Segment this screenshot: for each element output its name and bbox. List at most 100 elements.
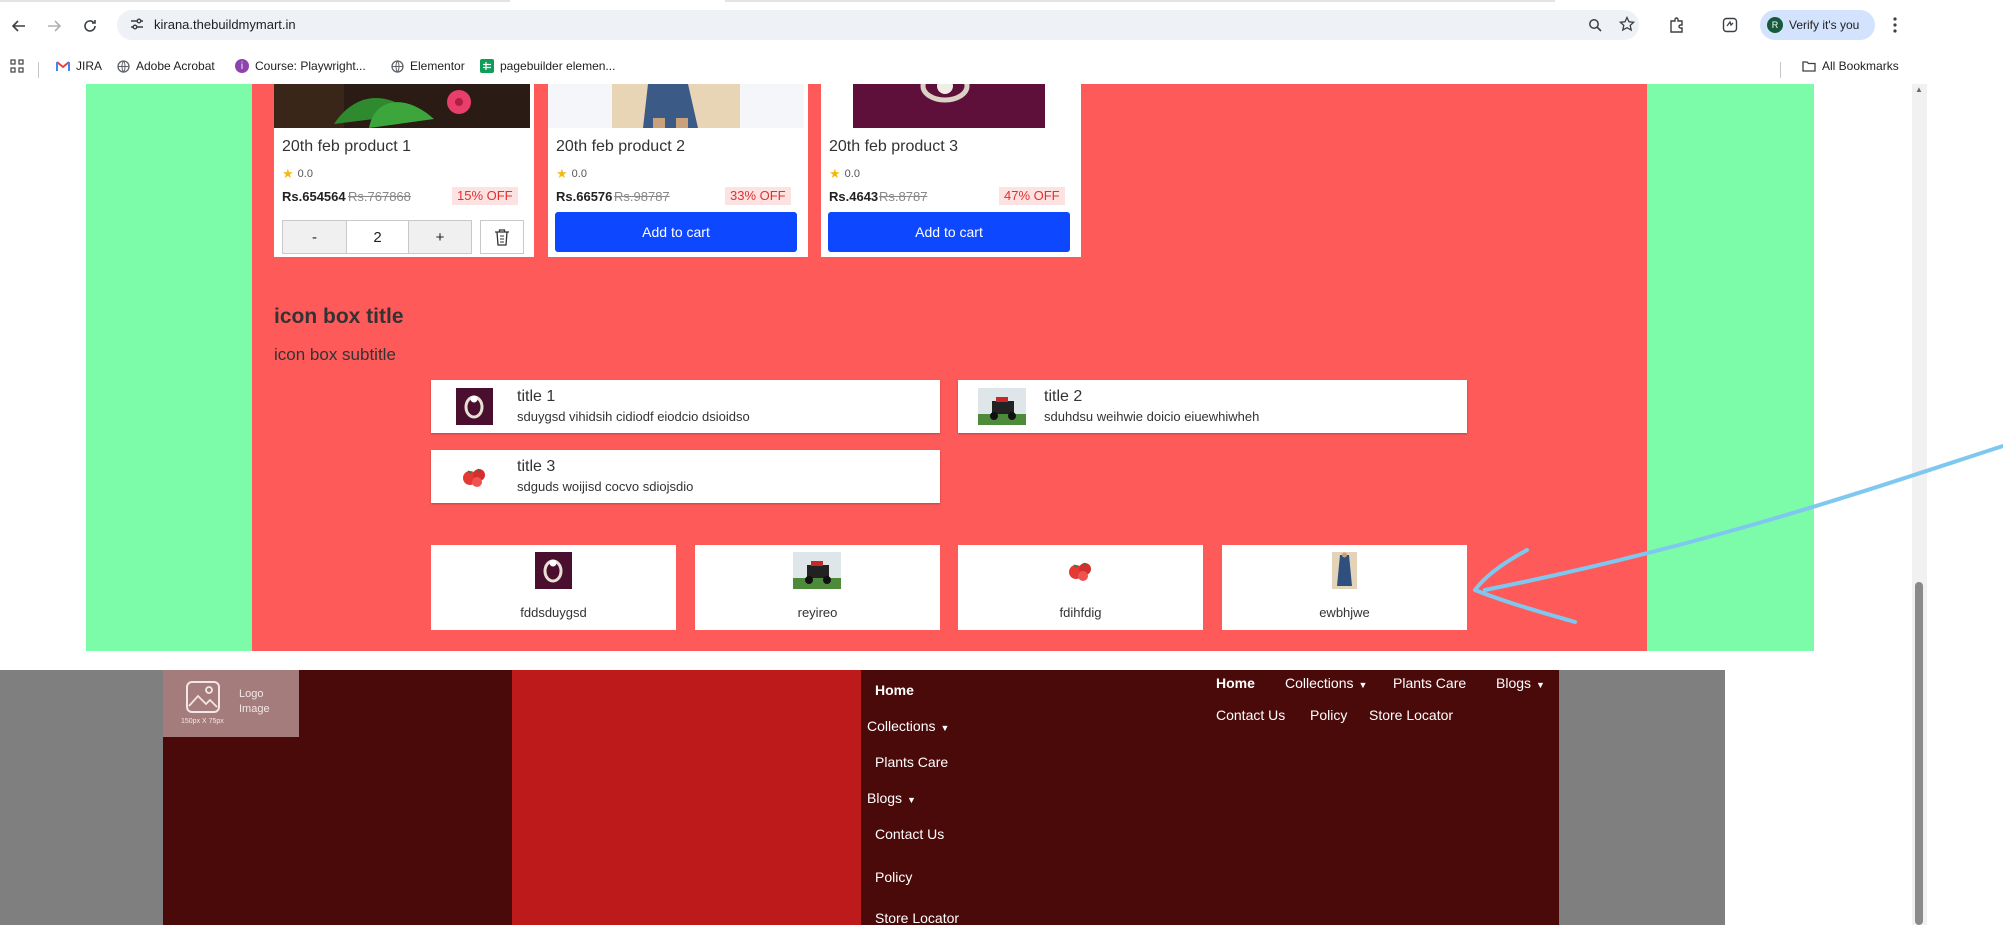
product-name[interactable]: 20th feb product 2 xyxy=(556,138,685,156)
divider xyxy=(1780,62,1781,78)
category-tile[interactable]: fddsduygsd xyxy=(431,545,676,630)
category-tile[interactable]: fdihfdig xyxy=(958,545,1203,630)
footer-nav-store-locator[interactable]: Store Locator xyxy=(1369,707,1453,723)
bookmark-elementor[interactable]: Elementor xyxy=(390,57,465,75)
quantity-stepper[interactable]: - 2 + xyxy=(282,220,472,254)
bookmarks-bar: JIRA Adobe Acrobat i Course: Playwright.… xyxy=(0,50,2003,82)
extensions-icon[interactable] xyxy=(1665,13,1689,37)
annotation-arrow-icon xyxy=(1473,444,2003,624)
footer-column xyxy=(861,670,1559,925)
category-label: fddsduygsd xyxy=(520,605,587,620)
product-image[interactable] xyxy=(274,84,530,128)
reload-icon[interactable] xyxy=(77,13,103,39)
footer-nav-store-locator[interactable]: Store Locator xyxy=(875,910,959,925)
bookmark-pagebuilder[interactable]: pagebuilder elemen... xyxy=(480,57,615,75)
product-rating: ★ 0.0 xyxy=(556,166,587,181)
remove-from-cart-button[interactable] xyxy=(480,220,524,254)
ring-thumbnail xyxy=(456,388,493,425)
globe-icon xyxy=(390,59,404,73)
icon-box-item[interactable]: title 3 sdguds woijisd cocvo sdiojsdio xyxy=(431,450,940,503)
increase-quantity-button[interactable]: + xyxy=(409,221,471,253)
bookmark-course-playwright[interactable]: i Course: Playwright... xyxy=(235,57,366,75)
star-icon: ★ xyxy=(556,166,568,181)
zoom-icon[interactable] xyxy=(1585,15,1605,35)
product-image[interactable] xyxy=(821,84,1077,128)
icon-box-title: icon box title xyxy=(274,305,404,328)
footer-nav-collections[interactable]: Collections ▼ xyxy=(1285,675,1367,691)
footer-nav-blogs[interactable]: Blogs ▼ xyxy=(867,790,916,806)
ring-thumbnail xyxy=(535,552,572,589)
icon-box-item-text: sduhdsu weihwie doicio eiuewhiwheh xyxy=(1044,409,1260,424)
footer-nav-contact-us[interactable]: Contact Us xyxy=(875,826,944,842)
scroll-up-arrow-icon[interactable]: ▲ xyxy=(1915,86,1923,94)
product-name[interactable]: 20th feb product 1 xyxy=(282,138,411,156)
footer-nav-blogs[interactable]: Blogs ▼ xyxy=(1496,675,1545,691)
apps-grid-icon[interactable] xyxy=(10,57,24,75)
course-icon: i xyxy=(235,59,249,73)
footer-nav-plants-care[interactable]: Plants Care xyxy=(1393,675,1466,691)
chevron-down-icon: ▼ xyxy=(1358,680,1368,690)
bookmark-adobe-acrobat[interactable]: Adobe Acrobat xyxy=(116,57,215,75)
gmail-icon xyxy=(56,59,70,73)
logo-size-note: 150px X 75px xyxy=(181,718,224,725)
more-menu-icon[interactable] xyxy=(1886,13,1904,37)
performance-icon[interactable] xyxy=(1718,13,1742,37)
category-label: reyireo xyxy=(797,605,838,620)
category-label: ewbhjwe xyxy=(1319,605,1370,620)
discount-badge: 47% OFF xyxy=(999,187,1065,205)
add-to-cart-button[interactable]: Add to cart xyxy=(555,212,797,252)
product-rating: ★ 0.0 xyxy=(829,166,860,181)
footer-nav-home[interactable]: Home xyxy=(875,682,914,698)
folder-icon xyxy=(1802,59,1816,73)
icon-box-item[interactable]: title 2 sduhdsu weihwie doicio eiuewhiwh… xyxy=(958,380,1467,433)
quantity-value[interactable]: 2 xyxy=(347,221,409,253)
footer-nav-collections[interactable]: Collections ▼ xyxy=(867,718,949,734)
image-placeholder-icon xyxy=(186,681,220,713)
footer-nav-contact-us[interactable]: Contact Us xyxy=(1216,707,1285,723)
forward-arrow-icon[interactable] xyxy=(41,13,67,39)
footer-nav-policy[interactable]: Policy xyxy=(875,869,912,885)
footer-nav-plants-care[interactable]: Plants Care xyxy=(875,754,948,770)
product-mrp: Rs.98787 xyxy=(614,189,670,204)
url-text[interactable]: kirana.thebuildmymart.in xyxy=(154,17,296,32)
chevron-down-icon: ▼ xyxy=(907,795,916,805)
divider xyxy=(38,62,39,78)
bookmark-jira[interactable]: JIRA xyxy=(56,57,102,75)
icon-box-item[interactable]: title 1 sduygsd vihidsih cidiodf eiodcio… xyxy=(431,380,940,433)
tomato-thumbnail xyxy=(1062,552,1099,589)
category-tile[interactable]: reyireo xyxy=(695,545,940,630)
star-icon: ★ xyxy=(829,166,841,181)
icon-box-subtitle: icon box subtitle xyxy=(274,345,396,364)
product-name[interactable]: 20th feb product 3 xyxy=(829,138,958,156)
product-price: Rs.66576 xyxy=(556,189,613,204)
scrollbar-thumb[interactable] xyxy=(1915,582,1923,925)
dress-thumbnail xyxy=(1332,552,1357,589)
bookmark-star-icon[interactable] xyxy=(1617,14,1637,34)
product-card[interactable]: 20th feb product 2 ★ 0.0 Rs.66576 Rs.987… xyxy=(548,84,808,257)
product-image[interactable] xyxy=(548,84,804,128)
lawnmower-thumbnail xyxy=(978,388,1026,425)
logo-placeholder[interactable]: Logo Image 150px X 75px xyxy=(163,670,299,737)
product-mrp: Rs.8787 xyxy=(879,189,928,204)
tomato-thumbnail xyxy=(456,458,493,495)
product-price: Rs.654564 xyxy=(282,189,346,204)
product-card[interactable]: 20th feb product 3 ★ 0.0 Rs.4643 Rs.8787… xyxy=(821,84,1081,257)
star-icon: ★ xyxy=(282,166,294,181)
product-card[interactable]: 20th feb product 1 ★ 0.0 Rs.654564 Rs.76… xyxy=(274,84,534,257)
globe-icon xyxy=(116,59,130,73)
footer-nav-policy[interactable]: Policy xyxy=(1310,707,1347,723)
decrease-quantity-button[interactable]: - xyxy=(283,221,347,253)
icon-box-item-title: title 3 xyxy=(517,458,556,475)
chevron-down-icon: ▼ xyxy=(1536,680,1545,690)
avatar: R xyxy=(1767,17,1783,33)
footer-nav-home[interactable]: Home xyxy=(1216,675,1255,691)
product-price: Rs.4643 xyxy=(829,189,879,204)
all-bookmarks-button[interactable]: All Bookmarks xyxy=(1802,57,1899,75)
back-arrow-icon[interactable] xyxy=(6,13,32,39)
address-bar[interactable]: kirana.thebuildmymart.in xyxy=(117,10,1639,40)
verify-identity-button[interactable]: R Verify it's you xyxy=(1760,10,1875,40)
discount-badge: 33% OFF xyxy=(725,187,791,205)
category-tile[interactable]: ewbhjwe xyxy=(1222,545,1467,630)
site-info-icon[interactable] xyxy=(129,16,147,34)
add-to-cart-button[interactable]: Add to cart xyxy=(828,212,1070,252)
